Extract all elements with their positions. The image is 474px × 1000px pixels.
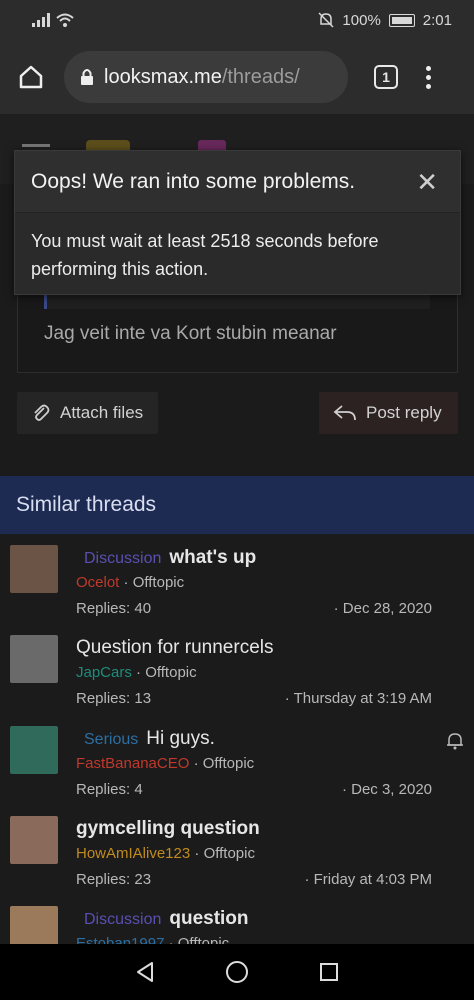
error-dialog: Oops! We ran into some problems. ✕ You m… xyxy=(14,150,461,295)
wifi-icon xyxy=(56,13,74,27)
thread-title-text[interactable]: Question for runnercels xyxy=(76,637,274,658)
thread-meta: Replies: 23 · Friday at 4:03 PM xyxy=(76,871,432,888)
avatar[interactable] xyxy=(10,816,58,864)
thread-byline: HowAmIAlive123 · Offtopic xyxy=(76,845,255,862)
status-bar: 100% 2:01 xyxy=(0,0,474,40)
thread-meta: Replies: 4 · Dec 3, 2020 xyxy=(76,781,432,798)
thread-author[interactable]: FastBananaCEO xyxy=(76,755,189,772)
hamburger-icon[interactable] xyxy=(22,144,50,147)
thread-replies: Replies: 40 xyxy=(76,600,152,617)
thread-title[interactable]: Discussion question xyxy=(76,908,249,930)
thread-title[interactable]: Serious Hi guys. xyxy=(76,728,215,750)
back-icon[interactable] xyxy=(134,961,156,983)
thread-forum[interactable]: Offtopic xyxy=(204,845,255,862)
similar-threads-heading: Similar threads xyxy=(0,476,474,534)
reply-icon xyxy=(333,405,356,421)
thread-meta: Replies: 40 · Dec 28, 2020 xyxy=(76,600,432,617)
browser-toolbar: looksmax.me/threads/ 1 xyxy=(0,40,474,114)
thread-date: · Dec 3, 2020 xyxy=(341,781,432,798)
clock: 2:01 xyxy=(422,11,452,29)
dialog-title: Oops! We ran into some problems. xyxy=(15,151,460,213)
lock-icon xyxy=(81,69,93,85)
thread-prefix[interactable]: Discussion xyxy=(84,911,161,928)
home-circle-icon[interactable] xyxy=(225,960,249,984)
address-bar[interactable]: looksmax.me/threads/ xyxy=(64,51,348,103)
url-path: /threads/ xyxy=(221,65,300,88)
thread-replies: Replies: 4 xyxy=(76,781,143,798)
thread-date-text: Thursday at 3:19 AM xyxy=(293,690,432,707)
thread-row[interactable]: Serious Hi guys. FastBananaCEO · Offtopic R… xyxy=(0,718,474,808)
thread-forum[interactable]: Offtopic xyxy=(203,755,254,772)
tab-switcher-button[interactable]: 1 xyxy=(374,65,398,89)
thread-byline: Ocelot · Offtopic xyxy=(76,574,185,591)
post-reply-label: Post reply xyxy=(366,403,442,422)
thread-date: · Thursday at 3:19 AM xyxy=(284,690,432,707)
thread-title-text[interactable]: question xyxy=(169,908,248,929)
paperclip-icon xyxy=(34,404,50,421)
attach-files-label: Attach files xyxy=(60,403,144,422)
thread-title-text[interactable]: gymcelling question xyxy=(76,818,260,839)
thread-date: · Dec 28, 2020 xyxy=(333,600,432,617)
thread-meta: Replies: 13 · Thursday at 3:19 AM xyxy=(76,690,432,707)
post-reply-button[interactable]: Post reply xyxy=(319,392,458,434)
thread-title[interactable]: Discussion what's up xyxy=(76,547,256,569)
thread-date-text: Friday at 4:03 PM xyxy=(313,871,432,888)
battery-percent: 100% xyxy=(342,11,381,29)
watch-bell-icon[interactable] xyxy=(446,732,464,750)
thread-byline: JapCars · Offtopic xyxy=(76,664,197,681)
thread-byline: FastBananaCEO · Offtopic xyxy=(76,755,255,772)
thread-author[interactable]: HowAmIAlive123 xyxy=(76,845,190,862)
thread-prefix[interactable]: Discussion xyxy=(84,550,161,567)
thread-replies: Replies: 13 xyxy=(76,690,152,707)
thread-forum[interactable]: Offtopic xyxy=(133,574,184,591)
url-host: looksmax.me xyxy=(104,65,222,88)
thread-row[interactable]: gymcelling question HowAmIAlive123 · Offt… xyxy=(0,808,474,898)
thread-replies: Replies: 23 xyxy=(76,871,152,888)
thread-title-text[interactable]: what's up xyxy=(169,547,256,568)
thread-date-text: Dec 3, 2020 xyxy=(351,781,432,798)
thread-date-text: Dec 28, 2020 xyxy=(342,600,432,617)
home-button[interactable] xyxy=(14,60,48,94)
recents-icon[interactable] xyxy=(318,961,340,983)
thread-title-text[interactable]: Hi guys. xyxy=(146,728,215,749)
thread-row[interactable]: Discussion what's up Ocelot · Offtopic Repl… xyxy=(0,537,474,627)
thread-author[interactable]: JapCars xyxy=(76,664,132,681)
dialog-message: You must wait at least 2518 seconds befo… xyxy=(31,231,379,279)
battery-icon xyxy=(388,13,415,27)
system-nav-bar xyxy=(0,944,474,1000)
thread-forum[interactable]: Offtopic xyxy=(145,664,196,681)
signal-icon xyxy=(32,13,50,27)
avatar[interactable] xyxy=(10,545,58,593)
thread-title[interactable]: Question for runnercels xyxy=(76,637,274,659)
home-icon xyxy=(19,65,43,89)
thread-date: · Friday at 4:03 PM xyxy=(304,871,432,888)
close-icon[interactable]: ✕ xyxy=(416,169,438,195)
editor-text: Jag veit inte va Kort stubin meanar xyxy=(44,323,337,344)
avatar[interactable] xyxy=(10,635,58,683)
thread-title[interactable]: gymcelling question xyxy=(76,818,260,840)
attach-files-button[interactable]: Attach files xyxy=(17,392,158,434)
thread-prefix[interactable]: Serious xyxy=(84,731,138,748)
mute-bell-icon xyxy=(318,12,334,28)
overflow-menu-button[interactable] xyxy=(426,65,431,89)
thread-author[interactable]: Ocelot xyxy=(76,574,119,591)
thread-row[interactable]: Question for runnercels JapCars · Offtopi… xyxy=(0,627,474,717)
avatar[interactable] xyxy=(10,726,58,774)
